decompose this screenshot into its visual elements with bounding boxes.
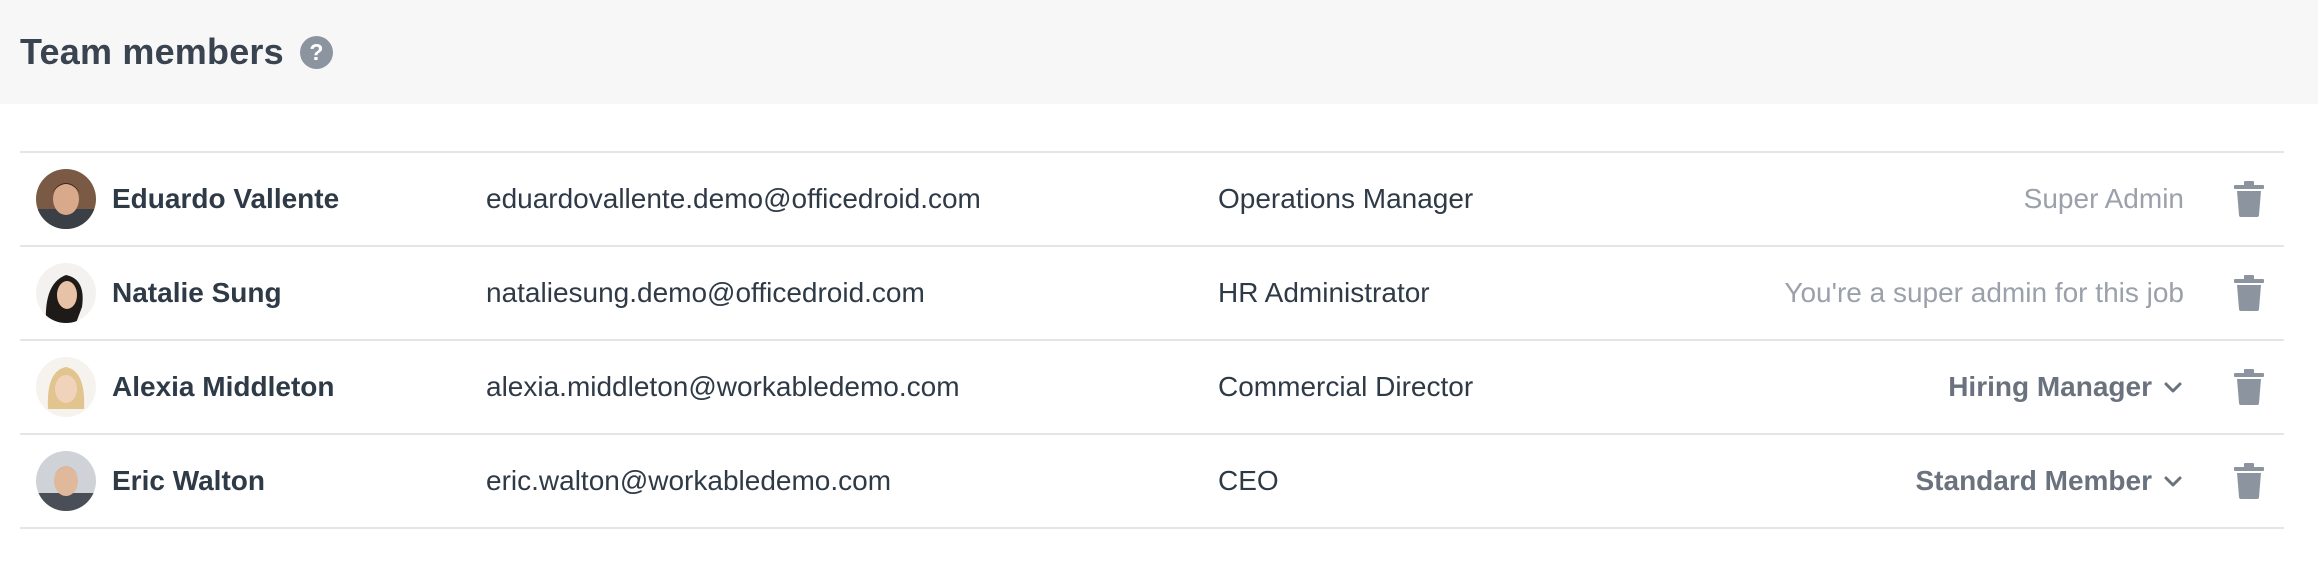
member-name: Eric Walton xyxy=(112,465,265,496)
section-header: Team members ? xyxy=(0,0,2318,104)
member-name: Eduardo Vallente xyxy=(112,183,340,214)
trash-icon[interactable] xyxy=(2232,275,2266,311)
member-role-label: You're a super admin for this job xyxy=(1784,277,2184,308)
team-members-list: Eduardo Vallente eduardovallente.demo@of… xyxy=(20,151,2284,529)
avatar xyxy=(36,451,96,511)
chevron-down-icon xyxy=(2164,382,2182,393)
member-role: Super Admin xyxy=(2024,183,2184,215)
section-title: Team members xyxy=(20,31,284,72)
member-email: eduardovallente.demo@officedroid.com xyxy=(486,183,981,214)
avatar xyxy=(36,169,96,229)
member-email: eric.walton@workabledemo.com xyxy=(486,465,892,496)
trash-icon[interactable] xyxy=(2232,181,2266,217)
chevron-down-icon xyxy=(2164,476,2182,487)
question-circle-icon[interactable]: ? xyxy=(299,35,333,69)
member-job-title: CEO xyxy=(1218,465,1279,496)
member-job-title: HR Administrator xyxy=(1218,277,1430,308)
avatar xyxy=(36,263,96,323)
member-role-label: Super Admin xyxy=(2023,183,2184,214)
trash-icon[interactable] xyxy=(2232,463,2266,499)
trash-icon[interactable] xyxy=(2232,369,2266,405)
member-email: alexia.middleton@workabledemo.com xyxy=(486,371,960,402)
team-member-row: Natalie Sung nataliesung.demo@officedroi… xyxy=(20,247,2284,341)
member-job-title: Commercial Director xyxy=(1218,371,1474,402)
member-name: Alexia Middleton xyxy=(112,371,335,402)
team-member-row: Eduardo Vallente eduardovallente.demo@of… xyxy=(20,153,2284,247)
team-member-row: Eric Walton eric.walton@workabledemo.com… xyxy=(20,435,2284,529)
role-dropdown[interactable]: Standard Member xyxy=(1916,465,2185,497)
team-member-row: Alexia Middleton alexia.middleton@workab… xyxy=(20,341,2284,435)
role-dropdown-label: Standard Member xyxy=(1915,465,2153,496)
avatar xyxy=(36,357,96,417)
member-name: Natalie Sung xyxy=(112,277,282,308)
role-dropdown-label: Hiring Manager xyxy=(1948,371,2152,402)
member-role: You're a super admin for this job xyxy=(1784,277,2184,309)
member-job-title: Operations Manager xyxy=(1218,183,1474,214)
member-email: nataliesung.demo@officedroid.com xyxy=(486,277,925,308)
role-dropdown[interactable]: Hiring Manager xyxy=(1948,371,2184,403)
